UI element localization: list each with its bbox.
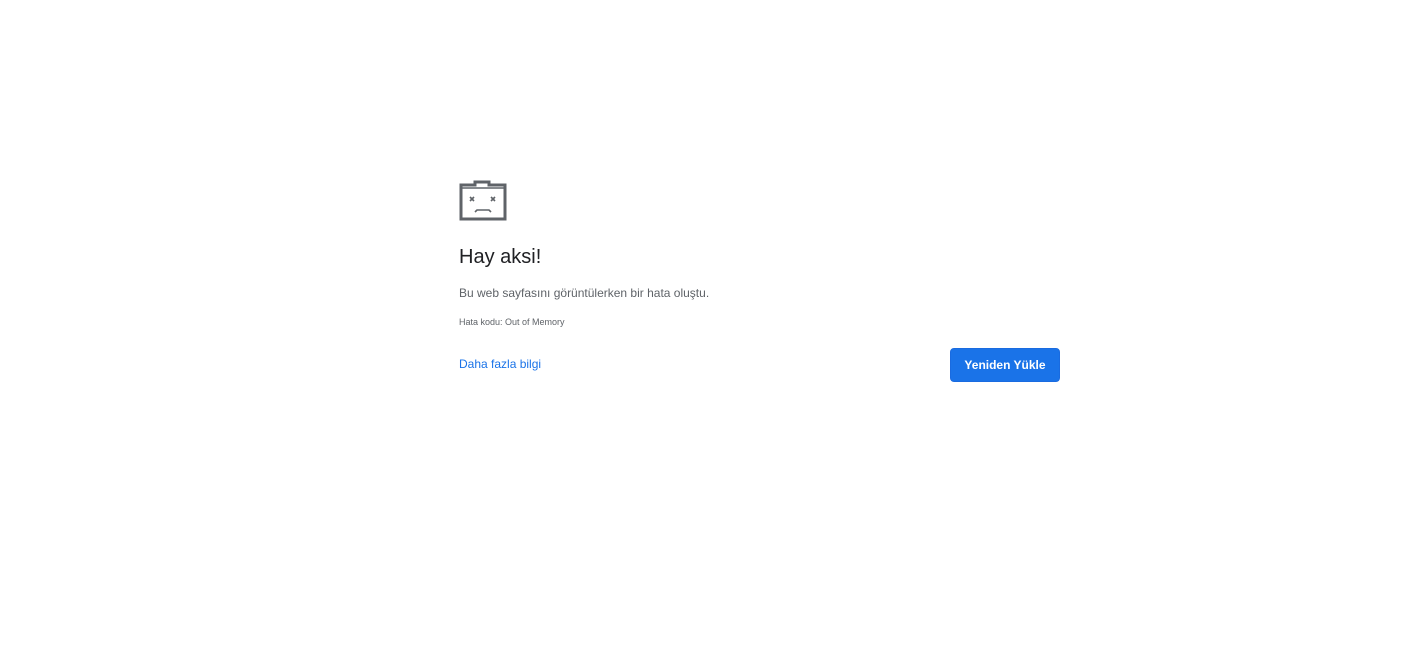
error-code: Hata kodu: Out of Memory (459, 317, 565, 327)
error-page: Hay aksi! Bu web sayfasını görüntülerken… (0, 0, 1413, 657)
error-actions: Daha fazla bilgi Yeniden Yükle (459, 348, 1060, 382)
error-title: Hay aksi! (459, 246, 542, 268)
error-content: Hay aksi! Bu web sayfasını görüntülerken… (459, 180, 1060, 382)
sad-tab-icon (459, 180, 507, 221)
more-info-link[interactable]: Daha fazla bilgi (459, 357, 541, 371)
error-description: Bu web sayfasını görüntülerken bir hata … (459, 286, 710, 300)
reload-button[interactable]: Yeniden Yükle (950, 348, 1060, 382)
